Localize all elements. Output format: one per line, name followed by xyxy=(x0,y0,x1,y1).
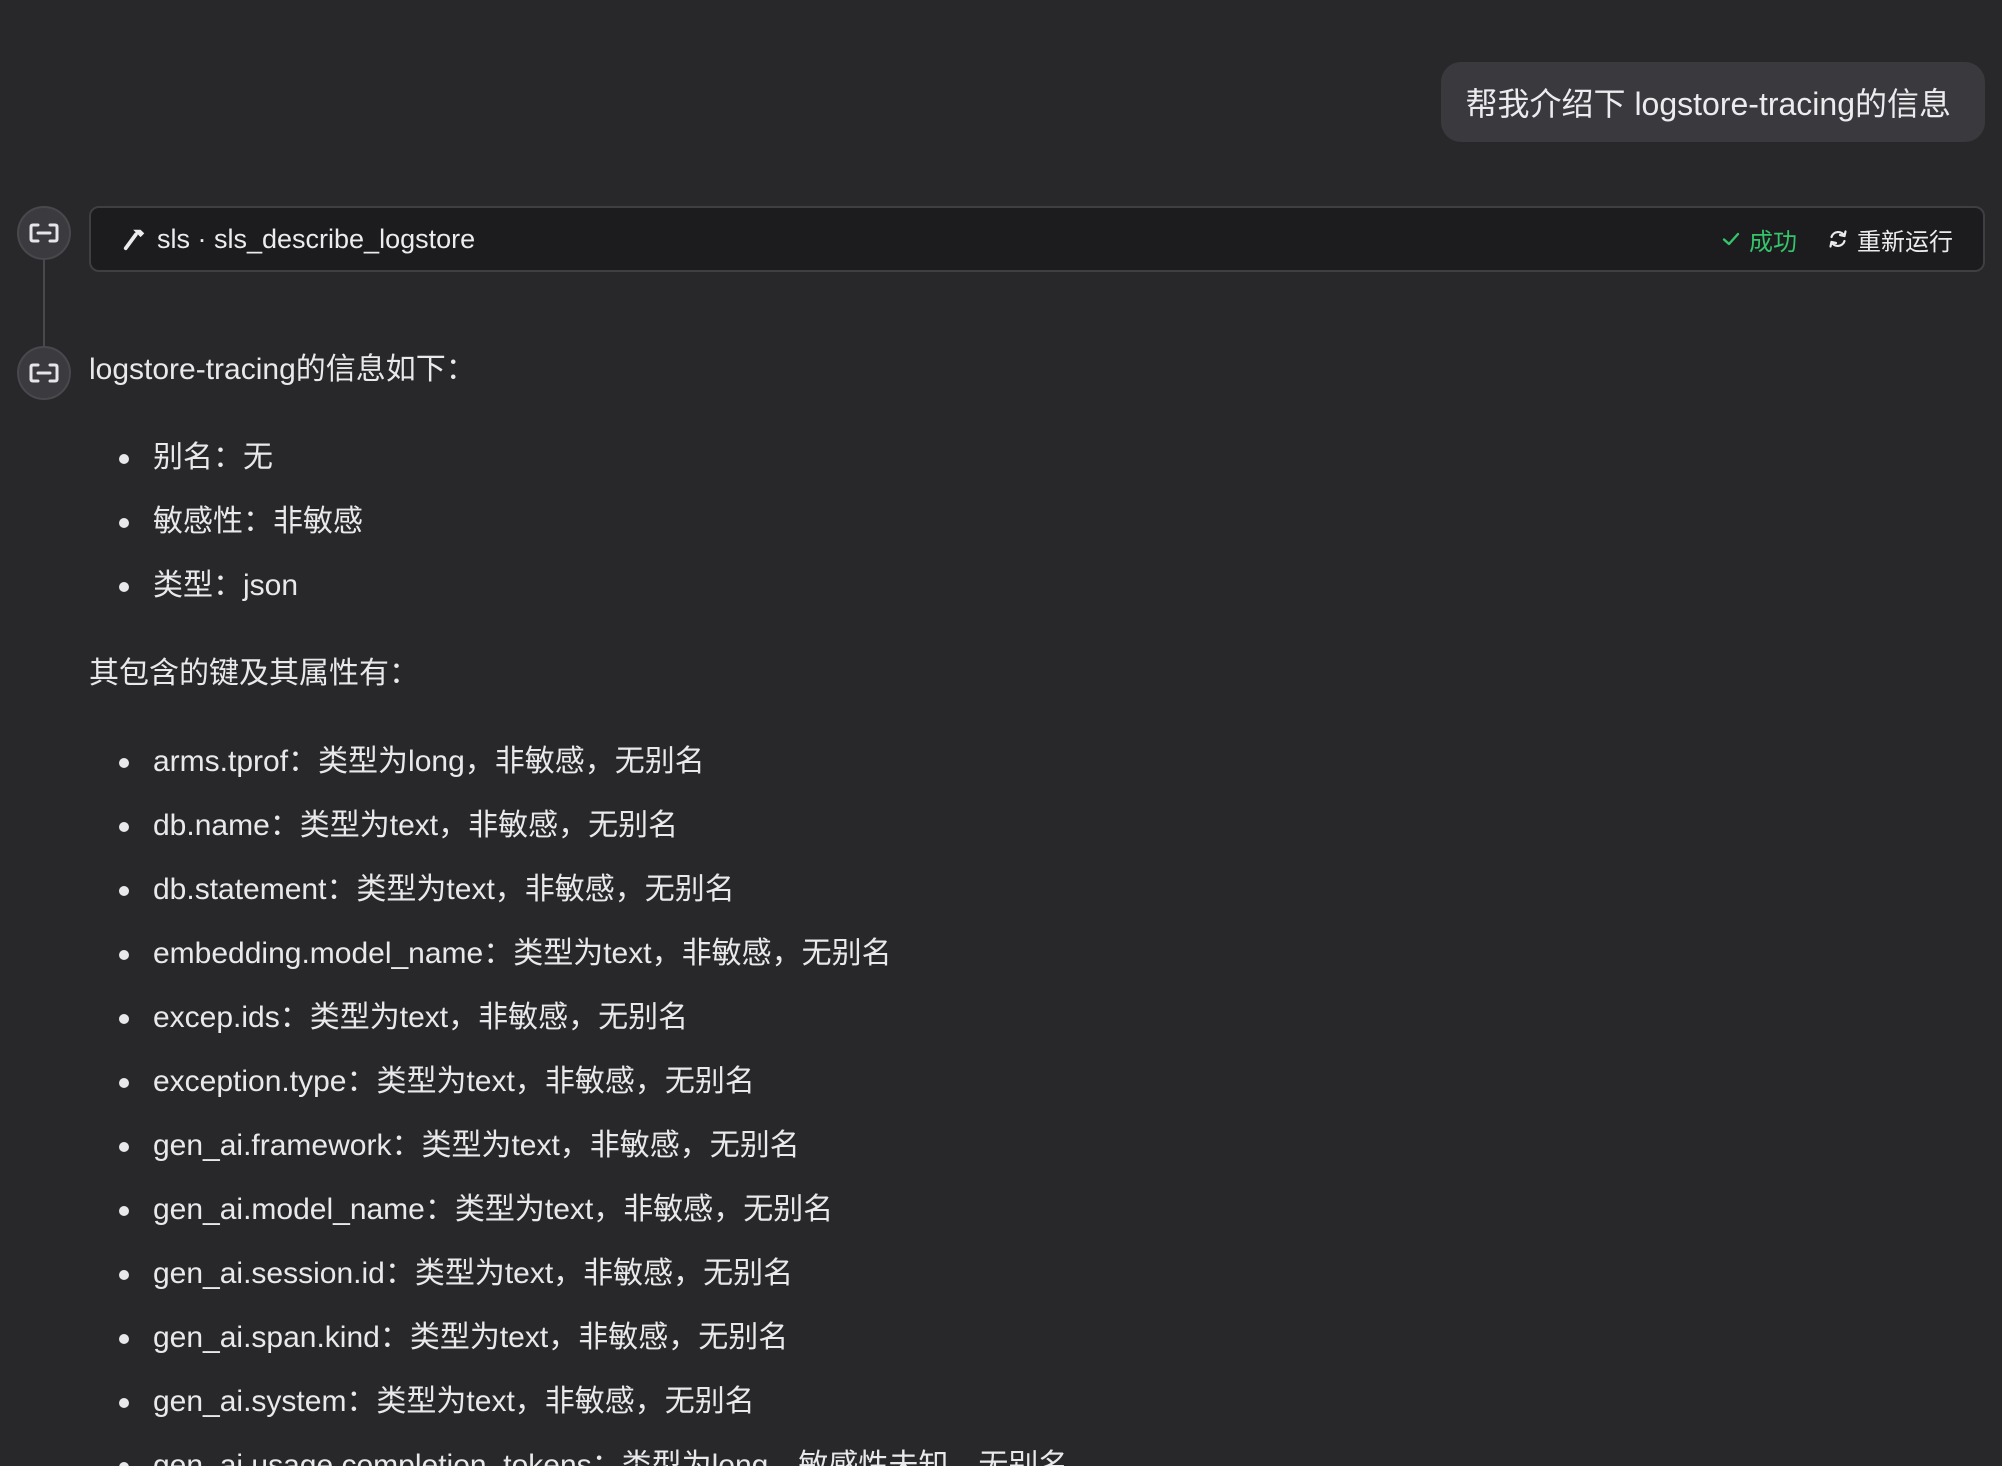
list-item: gen_ai.session.id：类型为text，非敏感，无别名 xyxy=(89,1242,1969,1306)
status-badge: 成功 xyxy=(1721,222,1797,257)
tool-name: sls · sls_describe_logstore xyxy=(157,223,476,254)
check-icon xyxy=(1722,232,1740,246)
list-item: gen_ai.system：类型为text，非敏感，无别名 xyxy=(89,1370,1969,1434)
rerun-button[interactable]: 重新运行 xyxy=(1827,222,1953,257)
keys-heading: 其包含的键及其属性有： xyxy=(89,657,419,690)
list-item: 别名：无 xyxy=(89,426,1969,490)
basic-info-list: 别名：无 敏感性：非敏感 类型：json xyxy=(89,426,1969,618)
refresh-icon xyxy=(1829,230,1847,248)
list-item: db.name：类型为text，非敏感，无别名 xyxy=(89,794,1969,858)
list-item: arms.tprof：类型为long，非敏感，无别名 xyxy=(89,730,1969,794)
keys-list: arms.tprof：类型为long，非敏感，无别名 db.name：类型为te… xyxy=(89,730,1969,1466)
list-item: gen_ai.model_name：类型为text，非敏感，无别名 xyxy=(89,1178,1969,1242)
tool-call-bar[interactable]: sls · sls_describe_logstore 成功 重新运行 xyxy=(89,206,1985,272)
assistant-response: logstore-tracing的信息如下： 别名：无 敏感性：非敏感 类型：j… xyxy=(89,344,1969,1466)
user-message-text: 帮我介绍下 logstore-tracing的信息 xyxy=(1465,86,1951,122)
assistant-avatar xyxy=(17,206,71,260)
list-item: 敏感性：非敏感 xyxy=(89,490,1969,554)
list-item: excep.ids：类型为text，非敏感，无别名 xyxy=(89,986,1969,1050)
chat-page: 帮我介绍下 logstore-tracing的信息 sls · sls_desc… xyxy=(0,0,2002,1466)
list-item: db.statement：类型为text，非敏感，无别名 xyxy=(89,858,1969,922)
bracket-link-icon xyxy=(29,223,59,243)
tool-actions: 成功 重新运行 xyxy=(1721,222,1953,257)
list-item: gen_ai.usage.completion_tokens：类型为long，敏… xyxy=(89,1434,1969,1466)
list-item: embedding.model_name：类型为text，非敏感，无别名 xyxy=(89,922,1969,986)
list-item: exception.type：类型为text，非敏感，无别名 xyxy=(89,1050,1969,1114)
bracket-link-icon xyxy=(29,363,59,383)
list-item: gen_ai.span.kind：类型为text，非敏感，无别名 xyxy=(89,1306,1969,1370)
assistant-avatar xyxy=(17,346,71,400)
rerun-label: 重新运行 xyxy=(1857,228,1953,256)
response-intro: logstore-tracing的信息如下： xyxy=(89,353,476,386)
list-item: 类型：json xyxy=(89,554,1969,618)
hammer-icon xyxy=(121,225,149,253)
list-item: gen_ai.framework：类型为text，非敏感，无别名 xyxy=(89,1114,1969,1178)
timeline-connector xyxy=(43,260,45,346)
user-message-bubble: 帮我介绍下 logstore-tracing的信息 xyxy=(1440,62,1985,142)
status-label: 成功 xyxy=(1749,228,1797,256)
